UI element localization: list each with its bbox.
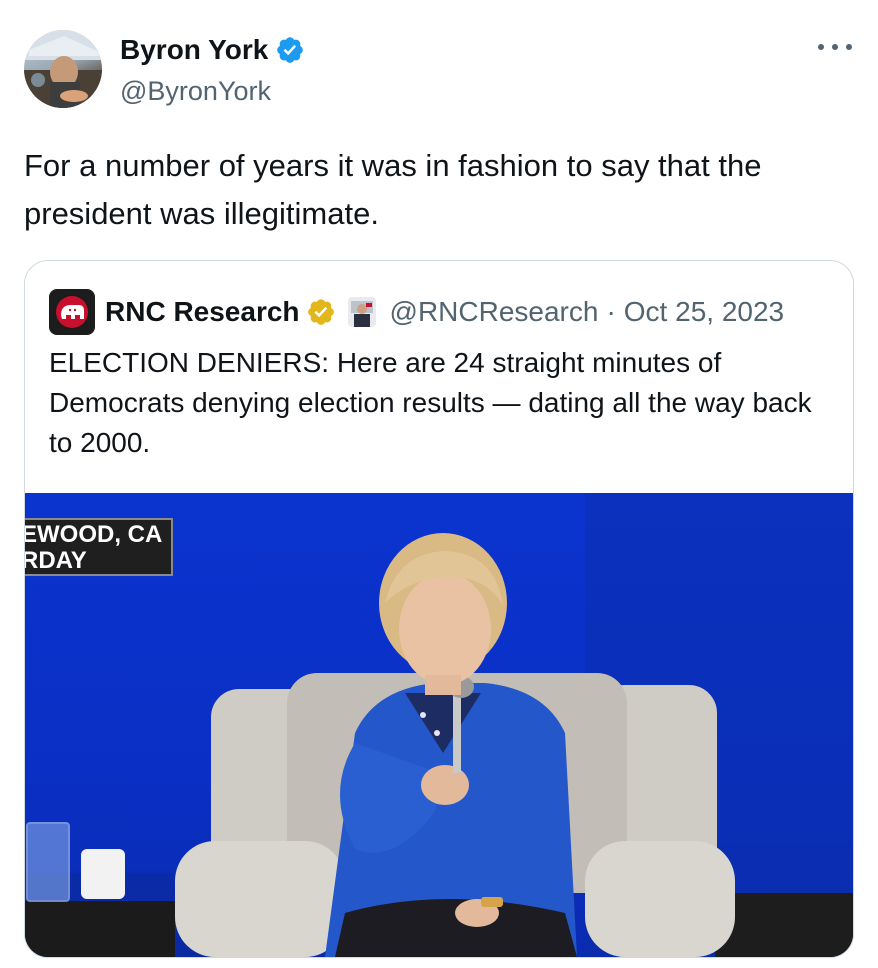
quoted-tweet-card[interactable]: RNC Research @RNCResearch · Oct 25, 2023… [24, 260, 854, 958]
quoted-tweet-header: RNC Research @RNCResearch · Oct 25, 2023 [49, 289, 784, 335]
gold-verified-badge-icon [307, 299, 334, 325]
quoted-tweet-date[interactable]: Oct 25, 2023 [624, 294, 784, 330]
tweet-text: For a number of years it was in fashion … [24, 148, 762, 231]
author-name-row[interactable]: Byron York [120, 32, 305, 68]
quoted-tweet-text: ELECTION DENIERS: Here are 24 straight m… [49, 347, 812, 458]
more-horizontal-icon[interactable] [818, 37, 852, 57]
gop-elephant-icon[interactable] [49, 289, 95, 335]
author-avatar[interactable] [24, 30, 102, 108]
caption-line-1: EWOOD, CA [25, 521, 163, 548]
author-handle[interactable]: @ByronYork [120, 73, 271, 109]
quoted-video-thumbnail[interactable]: EWOOD, CA RDAY [25, 493, 853, 957]
author-name[interactable]: Byron York [120, 32, 268, 68]
video-caption-overlay: EWOOD, CA RDAY [25, 518, 173, 576]
quoted-author-handle[interactable]: @RNCResearch [390, 294, 599, 330]
verified-badge-icon [277, 37, 304, 63]
quoted-author-name[interactable]: RNC Research [105, 294, 300, 330]
affiliate-avatar-icon[interactable] [347, 297, 376, 327]
caption-line-2: RDAY [25, 547, 87, 574]
header-separator: · [606, 296, 616, 327]
